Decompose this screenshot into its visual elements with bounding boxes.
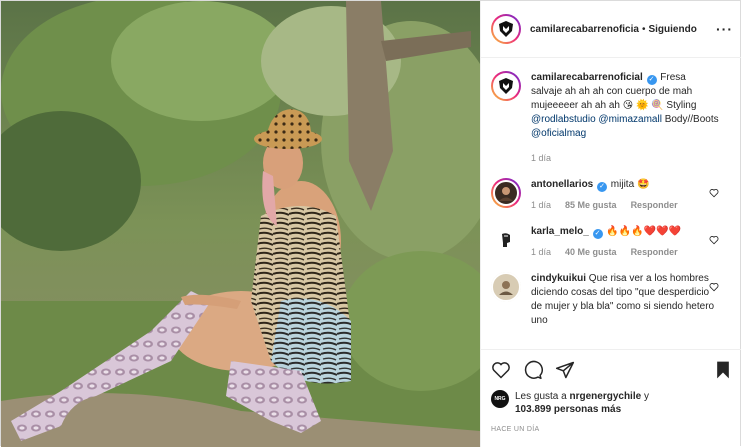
likes-middle: y bbox=[641, 391, 649, 402]
boxing-glove-icon bbox=[502, 233, 510, 247]
post-date[interactable]: HACE UN DÍA bbox=[491, 426, 733, 433]
comment-like-heart-icon[interactable] bbox=[709, 235, 719, 245]
follow-status-button[interactable]: Siguiendo bbox=[648, 24, 696, 35]
heart-icon[interactable] bbox=[491, 360, 511, 380]
author-avatar[interactable] bbox=[491, 14, 521, 44]
comment-time[interactable]: 1 día bbox=[531, 198, 551, 212]
comment-icon[interactable] bbox=[523, 360, 543, 380]
comment-emoji: 🔥🔥🔥❤️❤️❤️ bbox=[606, 226, 682, 237]
comments-list[interactable]: camilarecabarrenoficial ✓ Fresa salvaje … bbox=[481, 59, 741, 349]
caption-username[interactable]: camilarecabarrenoficial bbox=[531, 72, 643, 83]
post-photo[interactable] bbox=[1, 1, 480, 447]
caption-emojis: 😘 🌞 🍭 bbox=[622, 100, 664, 111]
post-image bbox=[1, 1, 480, 447]
comment-text: mijita bbox=[608, 179, 637, 190]
caption-text-3: Body//Boots bbox=[661, 114, 719, 125]
comment-username[interactable]: cindykuikui bbox=[531, 273, 586, 284]
logo-icon bbox=[499, 78, 513, 94]
post-actions: NRG Les gusta a nrgenergychile y 103.899… bbox=[481, 349, 741, 433]
profile-photo-icon bbox=[499, 281, 513, 295]
comment-likes[interactable]: 85 Me gusta bbox=[565, 198, 617, 212]
post-side-panel: camilarecabarrenoficia • Siguiendo ··· c… bbox=[480, 1, 741, 447]
mention-link[interactable]: @oficialmag bbox=[531, 128, 586, 139]
liker-avatar[interactable]: NRG bbox=[491, 390, 509, 408]
profile-photo-icon bbox=[499, 187, 513, 201]
liker-username[interactable]: nrgenergychile bbox=[569, 391, 641, 402]
comment-like-heart-icon[interactable] bbox=[709, 188, 719, 198]
mention-link[interactable]: @mimazamall bbox=[598, 114, 662, 125]
comment-username[interactable]: antonellarios bbox=[531, 179, 593, 190]
commenter-avatar[interactable] bbox=[491, 225, 521, 255]
comment-item: karla_melo_ ✓ 🔥🔥🔥❤️❤️❤️ 1 día 40 Me gust… bbox=[491, 225, 733, 259]
likes-count[interactable]: 103.899 personas más bbox=[515, 404, 621, 415]
caption-text-2: Styling bbox=[663, 100, 697, 111]
post-header: camilarecabarrenoficia • Siguiendo ··· bbox=[481, 1, 741, 58]
author-username[interactable]: camilarecabarrenoficia bbox=[530, 24, 639, 35]
caption-avatar[interactable] bbox=[491, 71, 521, 101]
comment-item: cindykuikui Que risa ver a los hombres d… bbox=[491, 272, 733, 328]
likes-summary: NRG Les gusta a nrgenergychile y 103.899… bbox=[491, 390, 733, 416]
comment-username[interactable]: karla_melo_ bbox=[531, 226, 589, 237]
commenter-avatar[interactable] bbox=[491, 178, 521, 208]
share-icon[interactable] bbox=[555, 360, 575, 380]
caption-time[interactable]: 1 día bbox=[531, 151, 551, 165]
verified-badge-icon: ✓ bbox=[592, 229, 603, 239]
verified-badge-icon: ✓ bbox=[597, 182, 608, 192]
reply-button[interactable]: Responder bbox=[631, 245, 678, 259]
more-options-icon[interactable]: ··· bbox=[716, 21, 733, 37]
caption: camilarecabarrenoficial ✓ Fresa salvaje … bbox=[491, 71, 733, 165]
mention-link[interactable]: @rodlabstudio bbox=[531, 114, 596, 125]
action-icons bbox=[491, 358, 733, 382]
reply-button[interactable]: Responder bbox=[631, 198, 678, 212]
comment-like-heart-icon[interactable] bbox=[709, 282, 719, 292]
comment-emoji: 🤩 bbox=[636, 179, 650, 190]
comment-time[interactable]: 1 día bbox=[531, 245, 551, 259]
bookmark-icon[interactable] bbox=[713, 360, 733, 380]
likes-prefix: Les gusta a bbox=[515, 391, 570, 402]
verified-badge-icon: ✓ bbox=[646, 75, 657, 85]
comment-item: antonellarios ✓ mijita 🤩 1 día 85 Me gus… bbox=[491, 178, 733, 212]
commenter-avatar[interactable] bbox=[491, 272, 521, 302]
instagram-post: camilarecabarrenoficia • Siguiendo ··· c… bbox=[0, 0, 741, 447]
logo-icon bbox=[499, 21, 513, 37]
liker-avatar-label: NRG bbox=[494, 396, 506, 402]
comment-likes[interactable]: 40 Me gusta bbox=[565, 245, 617, 259]
separator-dot: • bbox=[641, 23, 646, 35]
